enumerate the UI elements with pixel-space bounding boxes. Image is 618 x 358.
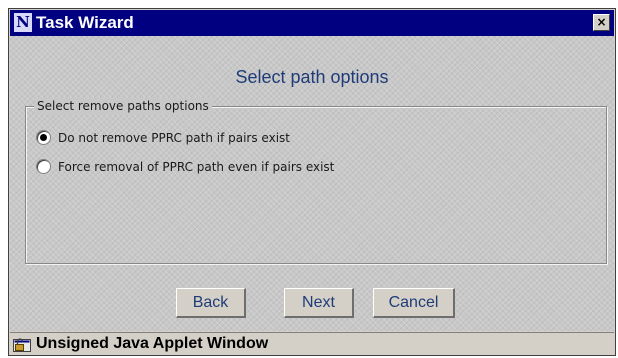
app-logo-icon: N	[14, 13, 32, 32]
task-wizard-window: N Task Wizard × Select path options Sele…	[8, 8, 616, 356]
radio-dot	[40, 134, 47, 141]
title-bar[interactable]: N Task Wizard ×	[10, 10, 614, 36]
close-button[interactable]: ×	[593, 14, 610, 31]
page-title: Select path options	[235, 67, 389, 87]
status-bar: Unsigned Java Applet Window	[10, 332, 614, 354]
radio-button-selected[interactable]	[36, 130, 51, 145]
next-button[interactable]: Next	[284, 288, 354, 318]
wizard-content: Select path options Select remove paths …	[10, 36, 614, 331]
window-title: Task Wizard	[36, 13, 134, 32]
back-button[interactable]: Back	[176, 288, 246, 318]
group-legend: Select remove paths options	[34, 98, 212, 114]
option-label[interactable]: Force removal of PPRC path even if pairs…	[58, 158, 334, 176]
option-label[interactable]: Do not remove PPRC path if pairs exist	[58, 129, 290, 147]
remove-paths-group: Select remove paths options Do not remov…	[25, 98, 607, 264]
status-text: Unsigned Java Applet Window	[36, 335, 269, 352]
radio-button-unselected[interactable]	[36, 159, 51, 174]
unlocked-applet-icon	[13, 335, 31, 352]
cancel-button[interactable]: Cancel	[373, 288, 455, 318]
